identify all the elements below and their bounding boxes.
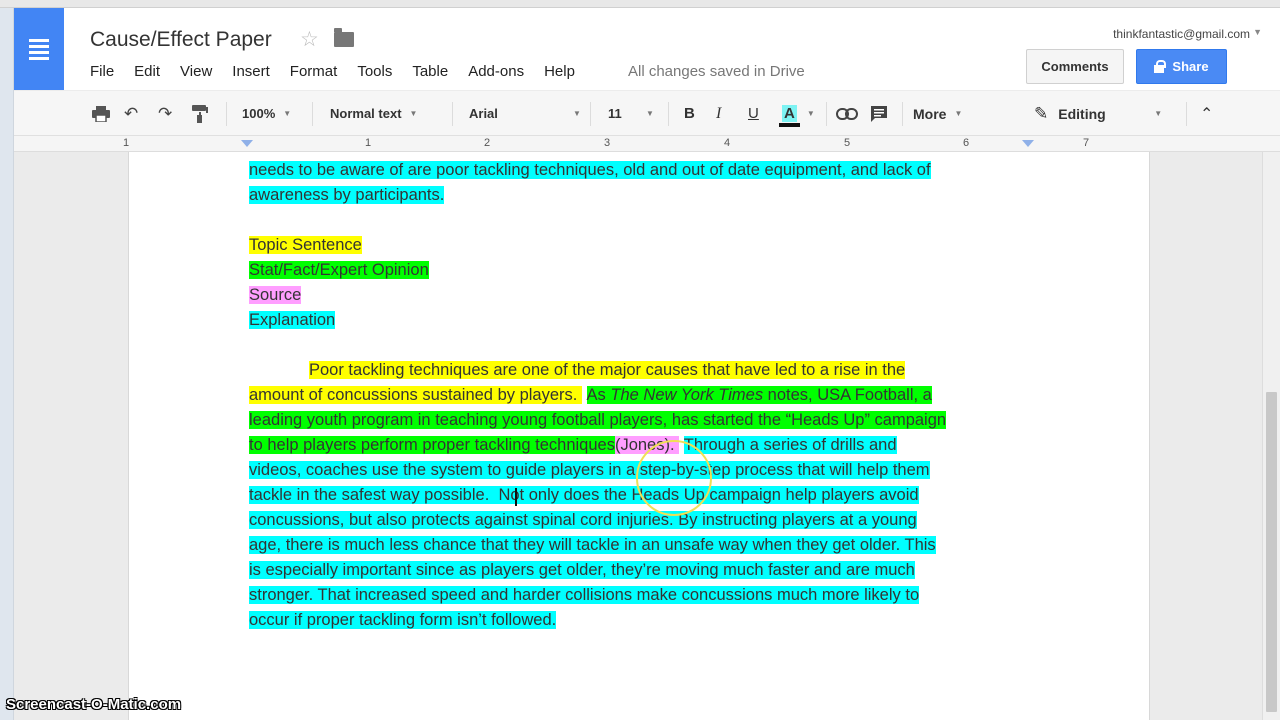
docs-header: Cause/Effect Paper ☆ File Edit View Inse…: [14, 8, 1280, 90]
paragraph-line: Poor tackling techniques are one of the …: [309, 361, 906, 379]
print-icon[interactable]: [92, 91, 110, 136]
menu-addons[interactable]: Add-ons: [468, 63, 524, 80]
vertical-scrollbar[interactable]: [1262, 152, 1280, 720]
legend-source: Source: [249, 286, 302, 304]
save-status[interactable]: All changes saved in Drive: [628, 63, 805, 80]
legend-explanation: Explanation: [249, 311, 336, 329]
pencil-icon: ✎: [1034, 103, 1049, 123]
star-icon[interactable]: ☆: [300, 27, 319, 52]
style-select[interactable]: Normal text ▼: [330, 91, 417, 136]
ruler-number: 1: [123, 137, 130, 149]
lock-icon: [1154, 59, 1167, 73]
document-body[interactable]: needs to be aware of are poor tackling t…: [249, 158, 1029, 633]
bold-button[interactable]: B: [684, 91, 695, 136]
comments-button[interactable]: Comments: [1026, 49, 1124, 84]
menu-table[interactable]: Table: [412, 63, 448, 80]
ruler-number: 5: [844, 137, 851, 149]
document-title[interactable]: Cause/Effect Paper: [90, 28, 272, 52]
menu-edit[interactable]: Edit: [134, 63, 160, 80]
menu-view[interactable]: View: [180, 63, 212, 80]
text-color-icon: A: [779, 105, 800, 127]
account-dropdown-icon[interactable]: ▼: [1253, 27, 1262, 37]
paragraph-line: concussions, but also protects against s…: [249, 511, 917, 529]
legend-stat: Stat/Fact/Expert Opinion: [249, 261, 429, 279]
folder-icon[interactable]: [334, 28, 354, 47]
scrollbar-thumb[interactable]: [1266, 392, 1277, 712]
font-select[interactable]: Arial ▼: [469, 91, 581, 136]
menu-file[interactable]: File: [90, 63, 114, 80]
ruler-number: 6: [963, 137, 970, 149]
bookmarks-bar: [0, 0, 1280, 8]
menu-format[interactable]: Format: [290, 63, 338, 80]
docs-home-icon[interactable]: [14, 8, 64, 90]
legend-topic: Topic Sentence: [249, 236, 362, 254]
text-color-button[interactable]: A ▼: [779, 91, 815, 136]
menu-tools[interactable]: Tools: [357, 63, 392, 80]
italic-button[interactable]: I: [716, 91, 721, 136]
screencast-watermark: Screencast-O-Matic.com: [6, 696, 182, 713]
ruler-number: 3: [604, 137, 611, 149]
paragraph-line: needs to be aware of are poor tackling t…: [249, 161, 931, 179]
window-edge: [0, 8, 14, 720]
paragraph-line: amount of concussions sustained by playe…: [249, 386, 932, 404]
link-icon[interactable]: [836, 91, 858, 136]
indent-marker[interactable]: [241, 140, 253, 147]
share-button[interactable]: Share: [1136, 49, 1227, 84]
menu-insert[interactable]: Insert: [232, 63, 270, 80]
undo-icon[interactable]: ↶: [124, 91, 138, 136]
ruler-number: 2: [484, 137, 491, 149]
paragraph-line: occur if proper tackling form isn’t foll…: [249, 611, 557, 629]
more-menu[interactable]: More ▼: [913, 91, 962, 136]
right-indent-marker[interactable]: [1022, 140, 1034, 147]
collapse-toolbar-icon[interactable]: ⌃: [1200, 91, 1213, 136]
share-label: Share: [1172, 59, 1209, 74]
menu-help[interactable]: Help: [544, 63, 575, 80]
document-page[interactable]: needs to be aware of are poor tackling t…: [128, 152, 1150, 720]
paragraph-line: age, there is much less chance that they…: [249, 536, 936, 554]
font-size-select[interactable]: 11 ▼: [608, 91, 654, 136]
paragraph-line: stronger. That increased speed and harde…: [249, 586, 920, 604]
editing-mode-select[interactable]: ✎ Editing ▼: [1034, 91, 1162, 136]
ruler-number: 4: [724, 137, 731, 149]
redo-icon[interactable]: ↷: [158, 91, 172, 136]
underline-button[interactable]: U: [748, 91, 759, 136]
ruler-number: 1: [365, 137, 372, 149]
formatting-toolbar: ↶ ↷ 100% ▼ Normal text ▼ Arial ▼ 11 ▼ B I U …: [14, 90, 1280, 136]
paragraph-line: leading youth program in teaching young …: [249, 411, 947, 429]
zoom-select[interactable]: 100% ▼: [242, 91, 291, 136]
paint-format-icon[interactable]: [192, 91, 208, 136]
paragraph-line: to help players perform proper tackling …: [249, 436, 897, 454]
text-cursor: [515, 488, 517, 506]
paragraph-line: awareness by participants.: [249, 186, 445, 204]
account-email[interactable]: thinkfantastic@gmail.com: [1113, 27, 1250, 41]
ruler[interactable]: 1 1 2 3 4 5 6 7: [14, 136, 1280, 152]
comment-icon[interactable]: [870, 91, 888, 136]
menu-bar: File Edit View Insert Format Tools Table…: [90, 63, 595, 80]
cursor-highlight-circle: [636, 440, 712, 516]
ruler-number: 7: [1083, 137, 1090, 149]
paragraph-line: is especially important since as players…: [249, 561, 915, 579]
